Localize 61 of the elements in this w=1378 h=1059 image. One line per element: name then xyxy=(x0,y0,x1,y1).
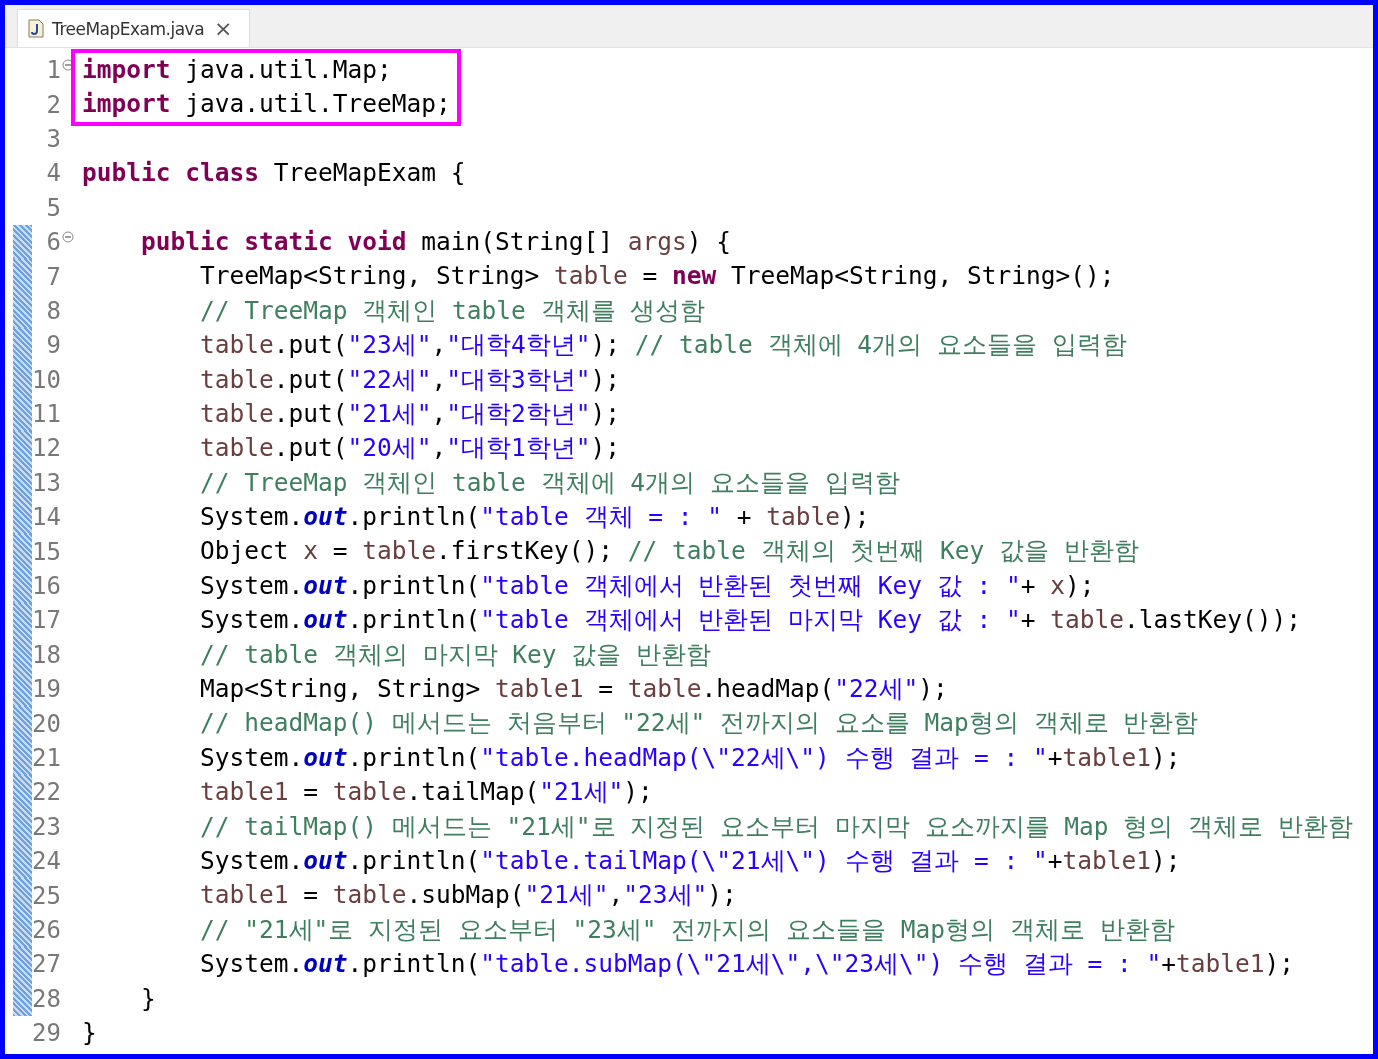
code-line: System.out.println("table 객체에서 반환된 마지막 Key 값 : "+ table.lastKey()); xyxy=(199,604,1303,637)
line-number: 28 xyxy=(32,984,61,1013)
code-line: // TreeMap 객체인 table 객체를 생성함 xyxy=(199,294,707,327)
line-number: 16 xyxy=(32,572,61,601)
code-line: table.put("21세","대학2학년"); xyxy=(199,397,622,430)
code-line: } xyxy=(81,1016,98,1049)
line-number: 4 xyxy=(45,159,61,188)
code-line: // TreeMap 객체인 table 객체에 4개의 요소들을 입력함 xyxy=(199,466,901,499)
code-line: import java.util.TreeMap; xyxy=(81,88,451,121)
line-number: 14 xyxy=(32,503,61,532)
code-line: public static void main(String[] args) { xyxy=(140,225,733,258)
line-number: 11 xyxy=(32,400,61,429)
line-number: 8 xyxy=(45,296,61,325)
line-number: 27 xyxy=(32,950,61,979)
code-line: } xyxy=(140,982,157,1015)
code-line: System.out.println("table.tailMap(\"21세\") 수행 결과 = : "+table1); xyxy=(199,845,1182,877)
line-number: 5 xyxy=(45,193,61,222)
line-number: 9 xyxy=(45,331,61,360)
code-line: Map<String, String> table1 = table.headMap("22세"); xyxy=(199,673,949,706)
line-number: 24 xyxy=(32,847,61,876)
line-number: 17 xyxy=(32,606,61,635)
line-number: 21 xyxy=(32,744,61,772)
code-line: // table 객체의 마지막 Key 값을 반환함 xyxy=(199,638,712,671)
editor-tab[interactable]: TreeMapExam.java × xyxy=(17,9,250,47)
fold-collapse-icon[interactable] xyxy=(62,59,74,72)
line-number: 18 xyxy=(32,640,61,669)
line-number: 22 xyxy=(32,778,61,807)
code-line: // "21세"로 지정된 요소부터 "23세" 전까지의 요소들을 Map형의 객체로 반환함 xyxy=(199,913,1176,946)
java-file-icon xyxy=(28,19,44,38)
close-tab-button[interactable]: × xyxy=(212,17,235,40)
fold-collapse-icon[interactable] xyxy=(62,231,74,244)
line-number: 3 xyxy=(45,124,61,153)
code-line: table1 = table.tailMap("21세"); xyxy=(199,776,654,809)
line-number: 26 xyxy=(32,915,61,944)
line-number: 29 xyxy=(32,1019,61,1048)
code-line: System.out.println("table.headMap(\"22세\") 수행 결과 = : "+table1); xyxy=(199,741,1182,774)
line-number: 10 xyxy=(32,365,61,394)
code-line: System.out.println("table.subMap(\"21세\",\"23세\") 수행 결과 = : "+table1); xyxy=(199,948,1296,981)
code-line: System.out.println("table 객체에서 반환된 첫번째 Key 값 : "+ x); xyxy=(199,569,1096,602)
code-line: table1 = table.subMap("21세","23세"); xyxy=(199,879,738,912)
line-number: 25 xyxy=(32,881,61,910)
code-line: Object x = table.firstKey(); // table 객체의 첫번째 Key 값을 반환함 xyxy=(199,535,1140,568)
code-line: System.out.println("table 객체 = : " + table); xyxy=(199,501,871,534)
code-line: table.put("22세","대학3학년"); xyxy=(199,363,622,396)
line-number: 13 xyxy=(32,468,61,497)
line-number: 6 xyxy=(45,228,61,257)
line-number: 1 xyxy=(45,56,61,85)
line-number: 12 xyxy=(32,434,61,463)
line-number: 15 xyxy=(32,537,61,566)
code-line: public class TreeMapExam { xyxy=(81,157,467,190)
code-line: TreeMap<String, String> table = new TreeMap<String, String>(); xyxy=(199,260,1116,293)
line-number: 2 xyxy=(45,90,61,119)
line-number: 20 xyxy=(32,709,61,738)
code-line: import java.util.Map; xyxy=(81,54,393,86)
line-number: 23 xyxy=(32,812,61,841)
code-line: table.put("23세","대학4학년"); // table 객체에 4개의 요소들을 입력함 xyxy=(199,329,1128,362)
code-line: // tailMap() 메서드는 "21세"로 지정된 요소부터 마지막 요소까지를 Map 형의 객체로 반환함 xyxy=(199,810,1354,843)
line-number: 7 xyxy=(45,262,61,291)
code-line: table.put("20세","대학1학년"); xyxy=(199,432,622,465)
line-number: 19 xyxy=(32,675,61,704)
code-line: // headMap() 메서드는 처음부터 "22세" 전까지의 요소를 Map형의 객체로 반환함 xyxy=(199,707,1200,740)
